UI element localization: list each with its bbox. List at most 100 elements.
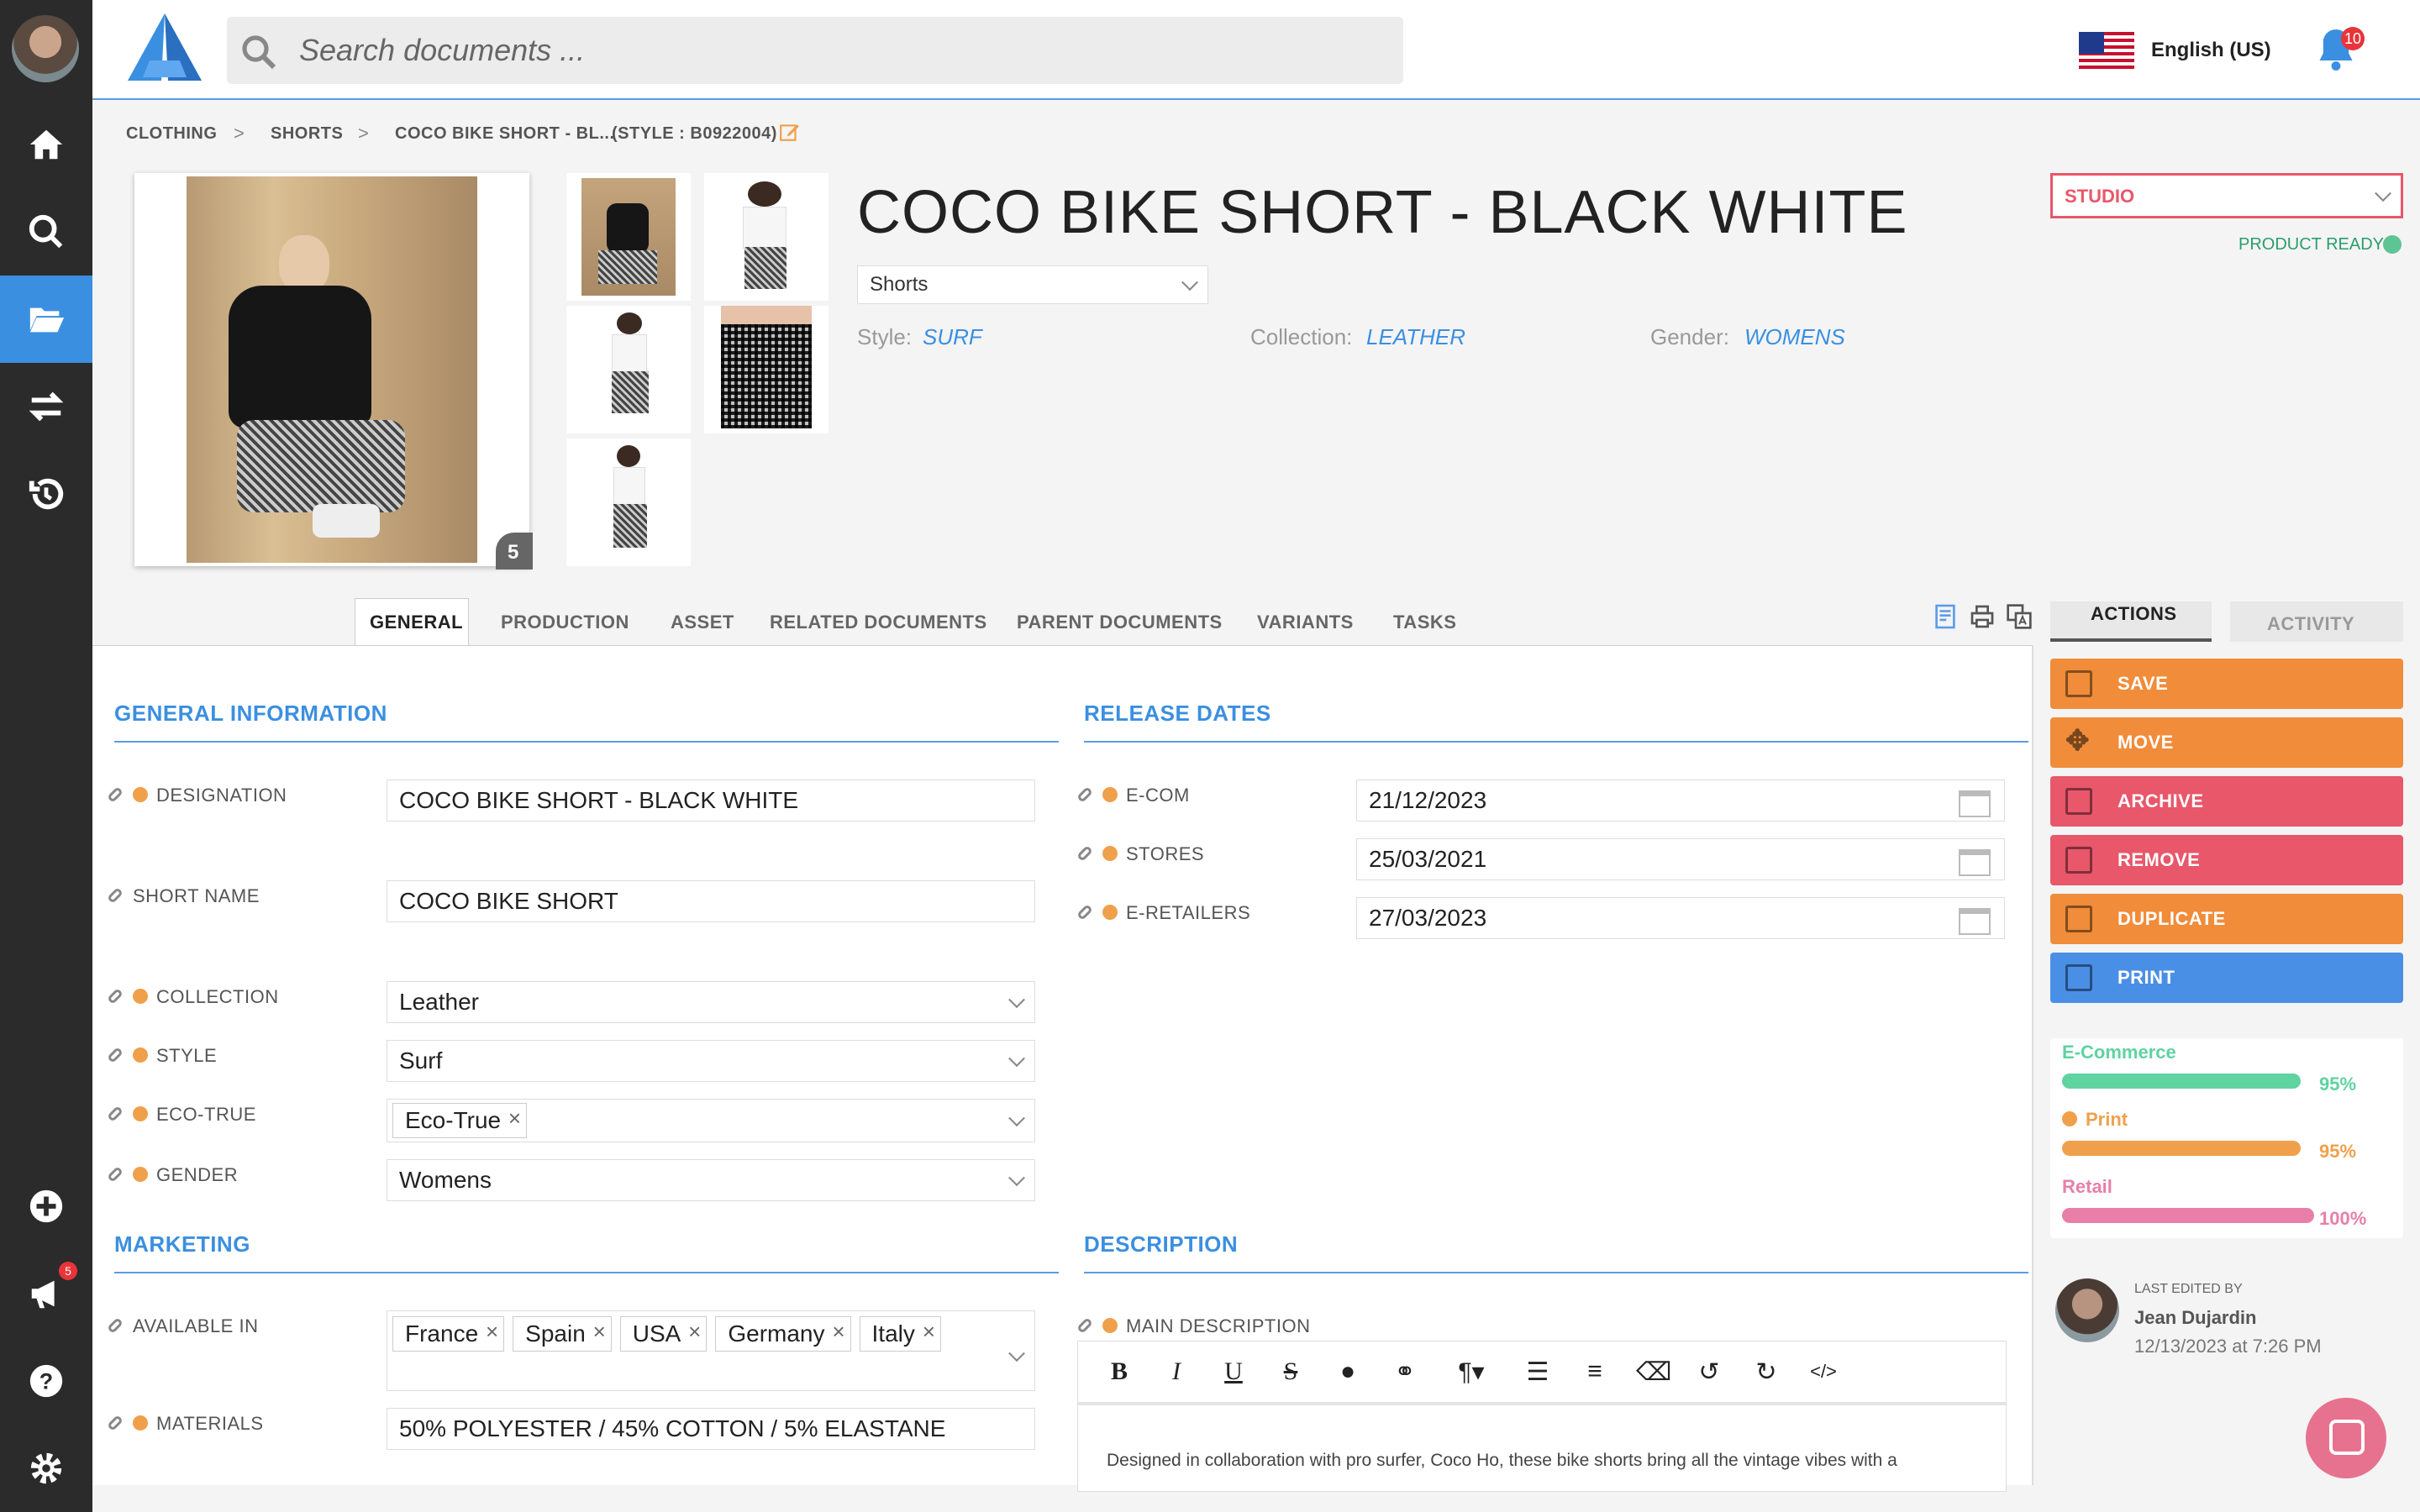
bullet-list-icon[interactable]: ≡	[1579, 1357, 1611, 1386]
collection-value: Leather	[399, 989, 479, 1015]
ecom-date-field[interactable]: 21/12/2023	[1356, 780, 2005, 822]
close-icon[interactable]: ×	[923, 1319, 935, 1345]
close-icon[interactable]: ×	[508, 1105, 521, 1131]
save-button[interactable]: SAVE	[2050, 659, 2403, 709]
sidebar-item-help[interactable]: ?	[0, 1337, 92, 1425]
edit-icon[interactable]	[778, 121, 802, 143]
tab-tasks[interactable]: TASKS	[1393, 612, 1456, 633]
tab-variants[interactable]: VARIANTS	[1257, 612, 1354, 633]
redo-icon[interactable]: ↻	[1750, 1357, 1782, 1387]
studio-select[interactable]: STUDIO	[2050, 173, 2403, 218]
sidebar-item-documents[interactable]	[0, 276, 92, 363]
sidebar-item-history[interactable]	[0, 450, 92, 538]
calendar-icon[interactable]	[1959, 849, 1991, 876]
user-avatar[interactable]	[12, 15, 79, 82]
remove-button[interactable]: REMOVE	[2050, 835, 2403, 885]
close-icon[interactable]: ×	[688, 1319, 701, 1345]
category-select[interactable]: Shorts	[857, 265, 1208, 304]
print-preview-icon[interactable]	[1968, 603, 1996, 630]
description-editor[interactable]: B I U S ● ⚭ ¶▾ ☰ ≡ ⌫ ↺ ↻ </> Designed in…	[1077, 1341, 2007, 1492]
sidebar-item-add[interactable]	[0, 1163, 92, 1250]
language-selector[interactable]: English (US)	[2151, 39, 2271, 62]
ordered-list-icon[interactable]: ☰	[1522, 1357, 1554, 1387]
strikethrough-icon[interactable]: S	[1275, 1357, 1307, 1386]
breadcrumb-style-code: (STYLE : B0922004)	[612, 124, 777, 143]
thumbnail-1[interactable]	[566, 173, 691, 301]
transfer-arrows-icon	[29, 391, 64, 422]
gender-select[interactable]: Womens	[387, 1159, 1035, 1201]
sidebar-item-search[interactable]	[0, 188, 92, 276]
progress-bar-print	[2062, 1141, 2301, 1156]
thumbnail-4[interactable]	[704, 306, 829, 433]
product-photo	[187, 176, 477, 563]
duplicate-button[interactable]: DUPLICATE	[2050, 894, 2403, 944]
sidebar-item-transfer[interactable]	[0, 363, 92, 450]
eretailers-date-field[interactable]: 27/03/2023	[1356, 897, 2005, 939]
move-button[interactable]: ✥ MOVE	[2050, 717, 2403, 768]
italic-icon[interactable]: I	[1160, 1357, 1192, 1386]
undo-icon[interactable]: ↺	[1693, 1357, 1725, 1387]
thumbnail-5[interactable]	[566, 438, 691, 566]
breadcrumb-clothing[interactable]: CLOTHING	[126, 124, 217, 144]
ecom-label: E-COM	[1076, 785, 1190, 806]
breadcrumb-shorts[interactable]: SHORTS	[271, 124, 343, 144]
description-text[interactable]: Designed in collaboration with pro surfe…	[1107, 1451, 1897, 1471]
meta-gender-value[interactable]: WOMENS	[1744, 324, 1845, 350]
tab-actions[interactable]: ACTIONS	[2091, 603, 2177, 625]
sidebar-item-settings[interactable]	[0, 1425, 92, 1512]
required-dot	[1102, 846, 1118, 862]
calendar-icon[interactable]	[1959, 908, 1991, 935]
text-color-icon[interactable]: ●	[1332, 1357, 1364, 1386]
meta-style-value[interactable]: SURF	[923, 324, 982, 350]
search-bar[interactable]: Search documents ...	[227, 17, 1403, 84]
calendar-icon[interactable]	[1959, 790, 1991, 817]
tab-production[interactable]: PRODUCTION	[501, 612, 629, 633]
thumbnail-2[interactable]	[704, 173, 829, 301]
bold-icon[interactable]: B	[1103, 1357, 1135, 1386]
required-dot	[133, 1106, 148, 1122]
print-button[interactable]: PRINT	[2050, 953, 2403, 1003]
close-icon[interactable]: ×	[832, 1319, 844, 1345]
chat-icon	[2329, 1420, 2365, 1455]
search-input[interactable]: Search documents ...	[299, 17, 585, 84]
available-in-select[interactable]: France × Spain × USA × Germany × Italy ×	[387, 1310, 1035, 1391]
style-select[interactable]: Surf	[387, 1040, 1035, 1082]
link-icon[interactable]: ⚭	[1389, 1357, 1421, 1387]
sidebar-item-home[interactable]	[0, 101, 92, 188]
form-view-icon[interactable]	[1934, 603, 1956, 630]
translate-icon[interactable]	[2005, 603, 2033, 630]
paragraph-icon[interactable]: ¶▾	[1446, 1357, 1497, 1387]
clear-format-icon[interactable]: ⌫	[1636, 1357, 1671, 1387]
close-icon[interactable]: ×	[593, 1319, 606, 1345]
collection-select[interactable]: Leather	[387, 981, 1035, 1023]
stores-date-field[interactable]: 25/03/2021	[1356, 838, 2005, 880]
designation-field[interactable]: COCO BIKE SHORT - BLACK WHITE	[387, 780, 1035, 822]
tab-related-documents[interactable]: RELATED DOCUMENTS	[770, 612, 987, 633]
chat-launcher[interactable]	[2306, 1398, 2386, 1478]
app-logo[interactable]	[124, 10, 205, 82]
tab-parent-documents[interactable]: PARENT DOCUMENTS	[1017, 612, 1223, 633]
eco-true-select[interactable]: Eco-True ×	[387, 1099, 1035, 1142]
collection-label: COLLECTION	[107, 986, 279, 1008]
underline-icon[interactable]: U	[1218, 1357, 1249, 1386]
tab-general[interactable]: GENERAL	[370, 612, 463, 633]
materials-field[interactable]: 50% POLYESTER / 45% COTTON / 5% ELASTANE	[387, 1408, 1035, 1450]
sidebar-item-announcements[interactable]: 5	[0, 1250, 92, 1337]
us-flag-icon[interactable]	[2079, 32, 2134, 72]
product-status: PRODUCT READY	[2238, 235, 2384, 254]
tab-activity[interactable]: ACTIVITY	[2267, 613, 2354, 635]
tab-asset[interactable]: ASSET	[671, 612, 734, 633]
section-divider	[1084, 741, 2028, 743]
code-view-icon[interactable]: </>	[1807, 1361, 1839, 1383]
materials-label: MATERIALS	[107, 1413, 264, 1435]
link-icon	[1076, 786, 1093, 804]
thumbnail-3[interactable]	[566, 306, 691, 433]
meta-collection-value[interactable]: LEATHER	[1366, 324, 1465, 350]
short-name-field[interactable]: COCO BIKE SHORT	[387, 880, 1035, 922]
link-icon	[107, 988, 124, 1005]
close-icon[interactable]: ×	[486, 1319, 498, 1345]
required-dot	[133, 787, 148, 803]
main-product-image[interactable]: 5	[134, 173, 533, 570]
archive-button[interactable]: ARCHIVE	[2050, 776, 2403, 827]
search-icon	[29, 214, 63, 249]
